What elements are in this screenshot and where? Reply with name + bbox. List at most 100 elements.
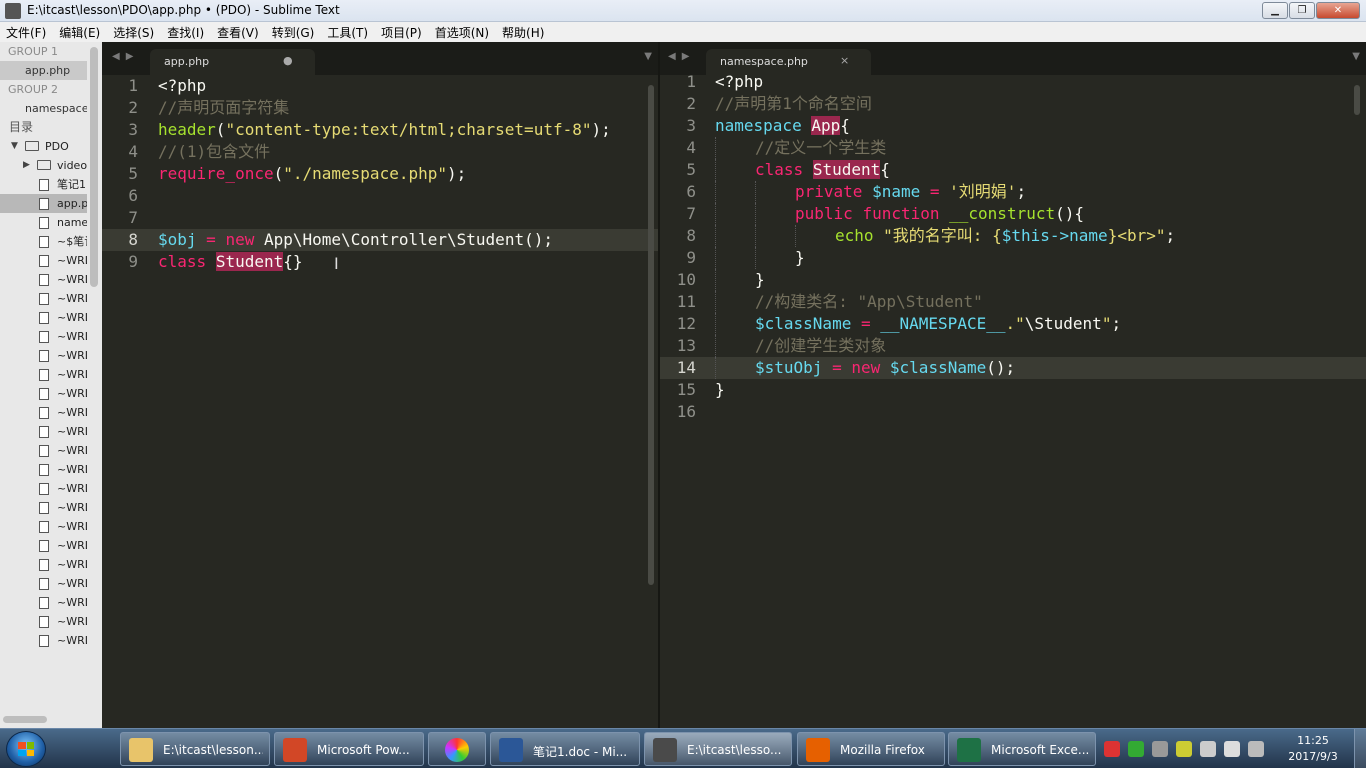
taskbar-button[interactable]: 笔记1.doc - Mi...: [490, 732, 640, 766]
tab-dropdown-icon[interactable]: ▼: [644, 51, 652, 62]
menu-file[interactable]: 文件(F): [6, 24, 46, 41]
close-button[interactable]: ✕: [1316, 2, 1360, 19]
menu-edit[interactable]: 编辑(E): [59, 24, 100, 41]
minimize-button[interactable]: ▁: [1262, 2, 1288, 19]
sidebar-file-item[interactable]: ~WRL: [0, 422, 87, 441]
code-line[interactable]: 7: [102, 207, 658, 229]
code-line[interactable]: 15}: [660, 379, 1366, 401]
code-line[interactable]: 7 public function __construct(){: [660, 203, 1366, 225]
sidebar-file-item[interactable]: ~WRL: [0, 289, 87, 308]
sidebar-file-item[interactable]: ~WRL: [0, 327, 87, 346]
menu-tools[interactable]: 工具(T): [327, 24, 368, 41]
code-line[interactable]: 11 //构建类名: "App\Student": [660, 291, 1366, 313]
sidebar-file-item[interactable]: ~WRL: [0, 460, 87, 479]
code-area[interactable]: 1 <?php 2//声明页面字符集 3 header("content-type:te…: [102, 75, 658, 273]
maximize-button[interactable]: ❐: [1289, 2, 1315, 19]
code-line[interactable]: 8 $obj = new App\Home\Controller\Student(…: [102, 229, 658, 251]
sidebar-file-item[interactable]: ~WRL: [0, 479, 87, 498]
sidebar-file-item[interactable]: ~WRL: [0, 574, 87, 593]
menu-view[interactable]: 查看(V): [217, 24, 259, 41]
code-line[interactable]: 6: [102, 185, 658, 207]
menu-selection[interactable]: 选择(S): [113, 24, 154, 41]
show-desktop-button[interactable]: [1354, 729, 1366, 768]
tray-update-icon[interactable]: [1128, 741, 1144, 757]
editor-scrollbar[interactable]: [1352, 75, 1362, 728]
tab-nav-arrows-icon[interactable]: ◀▶: [668, 51, 695, 62]
folder-video[interactable]: ▶ video: [0, 156, 87, 175]
sidebar-file-item[interactable]: ~$笔记1.doc: [0, 232, 87, 251]
code-line[interactable]: 4 //定义一个学生类: [660, 137, 1366, 159]
code-line[interactable]: 16: [660, 401, 1366, 423]
start-button[interactable]: [6, 731, 46, 767]
sidebar-file-item[interactable]: ~WRL: [0, 517, 87, 536]
code-line[interactable]: 1 <?php: [660, 71, 1366, 93]
code-line[interactable]: 13 //创建学生类对象: [660, 335, 1366, 357]
dirty-indicator-icon[interactable]: ●: [283, 54, 293, 67]
sidebar-file-item[interactable]: ~WRL: [0, 555, 87, 574]
sidebar-file-item[interactable]: app.php: [0, 194, 87, 213]
scroll-thumb[interactable]: [90, 47, 98, 287]
sidebar-file-item[interactable]: ~WRL: [0, 441, 87, 460]
code-line[interactable]: 14 $stuObj = new $className();: [660, 357, 1366, 379]
menu-project[interactable]: 项目(P): [381, 24, 422, 41]
menu-help[interactable]: 帮助(H): [502, 24, 544, 41]
sidebar-file-item[interactable]: ~WRL: [0, 308, 87, 327]
sidebar-file-item[interactable]: namespace.php: [0, 213, 87, 232]
tray-device-icon[interactable]: [1200, 741, 1216, 757]
tray-app-icon[interactable]: [1104, 741, 1120, 757]
taskbar-button[interactable]: Mozilla Firefox: [797, 732, 945, 766]
code-line[interactable]: 8 echo "我的名字叫: {$this->name}<br>";: [660, 225, 1366, 247]
tray-tool-icon[interactable]: [1152, 741, 1168, 757]
sidebar-file-item[interactable]: ~WRL: [0, 631, 87, 650]
editor-scrollbar[interactable]: [646, 75, 656, 728]
scroll-thumb[interactable]: [648, 85, 654, 585]
code-line[interactable]: 3 namespace App{: [660, 115, 1366, 137]
code-line[interactable]: 5 require_once("./namespace.php");: [102, 163, 658, 185]
sidebar-file-item[interactable]: ~WRL: [0, 384, 87, 403]
sidebar-file-item[interactable]: ~WRL: [0, 612, 87, 631]
tray-plus-icon[interactable]: [1176, 741, 1192, 757]
scroll-thumb[interactable]: [1354, 85, 1360, 115]
tab-app-php[interactable]: app.php ●: [150, 49, 315, 75]
open-file-app[interactable]: app.php: [0, 61, 87, 80]
sidebar-file-item[interactable]: ~WRL: [0, 365, 87, 384]
sidebar-h-scrollbar[interactable]: [0, 712, 102, 728]
code-line[interactable]: 6 private $name = '刘明娟';: [660, 181, 1366, 203]
code-line[interactable]: 3 header("content-type:text/html;charset=…: [102, 119, 658, 141]
scroll-thumb[interactable]: [3, 716, 47, 723]
tab-close-icon[interactable]: ×: [840, 54, 849, 67]
sidebar-file-item[interactable]: ~WRL: [0, 498, 87, 517]
volume-icon[interactable]: [1224, 741, 1240, 757]
code-line[interactable]: 9}: [660, 247, 1366, 269]
open-file-namespace[interactable]: namespace.php: [0, 99, 87, 118]
taskbar-button[interactable]: [428, 732, 486, 766]
network-icon[interactable]: [1248, 741, 1264, 757]
code-area[interactable]: 1 <?php 2//声明第1个命名空间 3 namespace App{4//定义一个…: [660, 71, 1366, 423]
sidebar-file-item[interactable]: ~WRL: [0, 346, 87, 365]
editor-pane-left[interactable]: ◀▶ ▼ app.php ● 1 <?php 2//声明页面字符集 3 header("…: [102, 42, 658, 728]
sidebar-file-item[interactable]: ~WRL: [0, 536, 87, 555]
tab-nav-arrows-icon[interactable]: ◀▶: [112, 51, 139, 62]
code-line[interactable]: 5 class Student{: [660, 159, 1366, 181]
editor-pane-right[interactable]: ◀▶ ▼ namespace.php × 1 <?php 2 //声明第1个命名空间 3…: [660, 42, 1366, 728]
taskbar-button[interactable]: Microsoft Exce...: [948, 732, 1096, 766]
sidebar-file-item[interactable]: ~WRL: [0, 403, 87, 422]
code-line[interactable]: 2 //声明第1个命名空间: [660, 93, 1366, 115]
sidebar-scrollbar[interactable]: [87, 42, 102, 712]
code-line[interactable]: 10}: [660, 269, 1366, 291]
code-line[interactable]: 4 //(1)包含文件: [102, 141, 658, 163]
code-line[interactable]: 12 $className = __NAMESPACE__."\Student";: [660, 313, 1366, 335]
clock[interactable]: 11:25 2017/9/3: [1278, 733, 1348, 765]
taskbar-button[interactable]: E:\itcast\lesson...: [120, 732, 270, 766]
folder-pdo[interactable]: ▼ PDO: [0, 137, 87, 156]
code-line[interactable]: 9 class Student{}: [102, 251, 658, 273]
tab-dropdown-icon[interactable]: ▼: [1352, 51, 1360, 62]
code-line[interactable]: 1 <?php: [102, 75, 658, 97]
menu-find[interactable]: 查找(I): [167, 24, 204, 41]
sidebar-file-item[interactable]: ~WRL: [0, 270, 87, 289]
sidebar-file-item[interactable]: 笔记1.doc: [0, 175, 87, 194]
sidebar-file-item[interactable]: ~WRL: [0, 251, 87, 270]
taskbar-button[interactable]: Microsoft Pow...: [274, 732, 424, 766]
code-line[interactable]: 2 //声明页面字符集: [102, 97, 658, 119]
menu-preferences[interactable]: 首选项(N): [435, 24, 489, 41]
